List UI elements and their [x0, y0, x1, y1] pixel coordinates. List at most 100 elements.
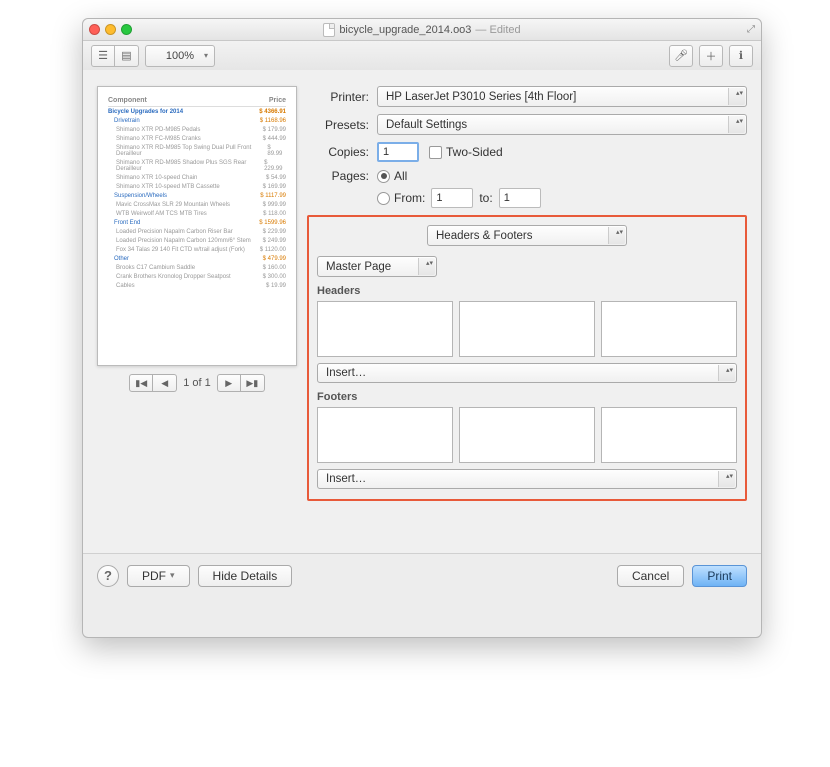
footer-right-input[interactable] [601, 407, 737, 463]
pager-fwd-segment: ▶ ▶▮ [217, 374, 265, 392]
cancel-label: Cancel [632, 569, 669, 583]
print-button[interactable]: Print [692, 565, 747, 587]
pages-all-label: All [394, 169, 407, 183]
copies-row: Copies: 1 Two-Sided [307, 142, 747, 162]
first-page-button[interactable]: ▮◀ [129, 374, 153, 392]
print-panel-value: Headers & Footers [436, 230, 533, 242]
preview-line: Shimano XTR PD-M985 Pedals$ 179.99 [108, 125, 286, 134]
preview-pager: ▮◀ ◀ 1 of 1 ▶ ▶▮ [97, 374, 297, 392]
print-settings-pane: Printer: HP LaserJet P3010 Series [4th F… [307, 86, 747, 553]
view-mode-segment: ☰ ▤ [91, 45, 139, 67]
outline-view-button[interactable]: ☰ [91, 45, 115, 67]
next-page-button[interactable]: ▶ [217, 374, 241, 392]
preview-line: Shimano XTR RD-M985 Top Swing Dual Pull … [108, 143, 286, 158]
microphone-icon[interactable]: 🎤︎ [669, 45, 693, 67]
cancel-button[interactable]: Cancel [617, 565, 684, 587]
footer-boxes [317, 407, 737, 463]
window-title: bicycle_upgrade_2014.oo3 — Edited [83, 23, 761, 37]
pdf-label: PDF [142, 569, 166, 583]
page-scope-select[interactable]: Master Page [317, 256, 437, 277]
two-sided-label: Two-Sided [446, 145, 503, 159]
page-scope-value: Master Page [326, 261, 391, 273]
print-dialog: Component Price Bicycle Upgrades for 201… [83, 70, 761, 597]
window-filename: bicycle_upgrade_2014.oo3 [339, 24, 471, 36]
pdf-menu-button[interactable]: PDF [127, 565, 190, 587]
preview-line: Front End$ 1599.96 [108, 218, 286, 227]
document-icon [323, 23, 335, 37]
info-icon[interactable]: ℹ︎ [729, 45, 753, 67]
headers-label: Headers [317, 285, 737, 297]
pages-from-input[interactable]: 1 [431, 188, 473, 208]
fullscreen-icon[interactable]: ⤢ [747, 24, 755, 35]
titlebar: bicycle_upgrade_2014.oo3 — Edited ⤢ [83, 19, 761, 41]
preview-page: Component Price Bicycle Upgrades for 201… [97, 86, 297, 366]
prev-page-button[interactable]: ◀ [153, 374, 177, 392]
copies-value: 1 [383, 146, 389, 158]
preview-col-component: Component [108, 97, 147, 104]
hide-details-button[interactable]: Hide Details [198, 565, 293, 587]
pages-from-radio[interactable] [377, 192, 390, 205]
footer-insert-label: Insert… [326, 473, 366, 485]
preview-col-price: Price [269, 97, 286, 104]
presets-select[interactable]: Default Settings [377, 114, 747, 135]
footer-insert-button[interactable]: Insert… [317, 469, 737, 489]
preview-line: Brooks C17 Cambium Saddle$ 160.00 [108, 263, 286, 272]
preview-line: Drivetrain$ 1168.96 [108, 116, 286, 125]
header-right-input[interactable] [601, 301, 737, 357]
printer-select[interactable]: HP LaserJet P3010 Series [4th Floor] [377, 86, 747, 107]
print-label: Print [707, 569, 732, 583]
sections-view-button[interactable]: ▤ [115, 45, 139, 67]
preview-line: Loaded Precision Napalm Carbon 120mm/6° … [108, 236, 286, 245]
dialog-footer: ? PDF Hide Details Cancel Print [83, 553, 761, 597]
header-boxes [317, 301, 737, 357]
preview-line: Fox 34 Talas 29 140 Fit CTD w/trail adju… [108, 245, 286, 254]
page-indicator: 1 of 1 [183, 377, 211, 389]
presets-label: Presets: [307, 118, 377, 132]
preview-line: Shimano XTR 10-speed Chain$ 54.99 [108, 173, 286, 182]
zoom-select[interactable]: 100% [145, 45, 215, 67]
pages-all-radio[interactable] [377, 170, 390, 183]
footers-label: Footers [317, 391, 737, 403]
preview-line: Other$ 479.99 [108, 254, 286, 263]
preview-line: Crank Brothers Kronolog Dropper Seatpost… [108, 272, 286, 281]
pages-row: Pages: All [307, 169, 747, 183]
two-sided-checkbox[interactable] [429, 146, 442, 159]
pages-from-value: 1 [436, 192, 442, 204]
preview-line: WTB Weirwolf AM TCS MTB Tires$ 118.00 [108, 209, 286, 218]
preview-line: Suspension/Wheels$ 1117.99 [108, 191, 286, 200]
preview-line: Bicycle Upgrades for 2014$ 4366.91 [108, 107, 286, 116]
pages-label: Pages: [307, 169, 377, 183]
help-button[interactable]: ? [97, 565, 119, 587]
footer-center-input[interactable] [459, 407, 595, 463]
print-panel-select[interactable]: Headers & Footers [427, 225, 627, 246]
printer-label: Printer: [307, 90, 377, 104]
edited-indicator: — Edited [475, 24, 520, 36]
presets-row: Presets: Default Settings [307, 114, 747, 135]
zoom-value: 100% [166, 50, 194, 62]
header-left-input[interactable] [317, 301, 453, 357]
toolbar: ☰ ▤ 100% 🎤︎ ＋ ℹ︎ [83, 41, 761, 71]
header-center-input[interactable] [459, 301, 595, 357]
document-window: bicycle_upgrade_2014.oo3 — Edited ⤢ ☰ ▤ … [82, 18, 762, 638]
printer-row: Printer: HP LaserJet P3010 Series [4th F… [307, 86, 747, 107]
header-insert-label: Insert… [326, 367, 366, 379]
dialog-body: Component Price Bicycle Upgrades for 201… [83, 70, 761, 553]
last-page-button[interactable]: ▶▮ [241, 374, 265, 392]
preview-line: Shimano XTR 10-speed MTB Cassette$ 169.9… [108, 182, 286, 191]
header-insert-button[interactable]: Insert… [317, 363, 737, 383]
pages-to-input[interactable]: 1 [499, 188, 541, 208]
footer-left-input[interactable] [317, 407, 453, 463]
preview-line: Loaded Precision Napalm Carbon Riser Bar… [108, 227, 286, 236]
preview-line: Mavic CrossMax SLR 29 Mountain Wheels$ 9… [108, 200, 286, 209]
add-icon[interactable]: ＋ [699, 45, 723, 67]
preview-line: Cables$ 19.99 [108, 281, 286, 290]
content-area: SeparatorF6EmphasisF7Highlight: YellowF8… [83, 71, 761, 597]
print-preview-pane: Component Price Bicycle Upgrades for 201… [97, 86, 297, 553]
pages-to-label: to: [479, 191, 492, 205]
pages-from-row: From: 1 to: 1 [307, 188, 747, 208]
headers-footers-section: Headers & Footers Master Page Headers [307, 215, 747, 501]
copies-input[interactable]: 1 [377, 142, 419, 162]
presets-value: Default Settings [386, 119, 467, 131]
printer-value: HP LaserJet P3010 Series [4th Floor] [386, 91, 576, 103]
hide-details-label: Hide Details [213, 569, 278, 583]
